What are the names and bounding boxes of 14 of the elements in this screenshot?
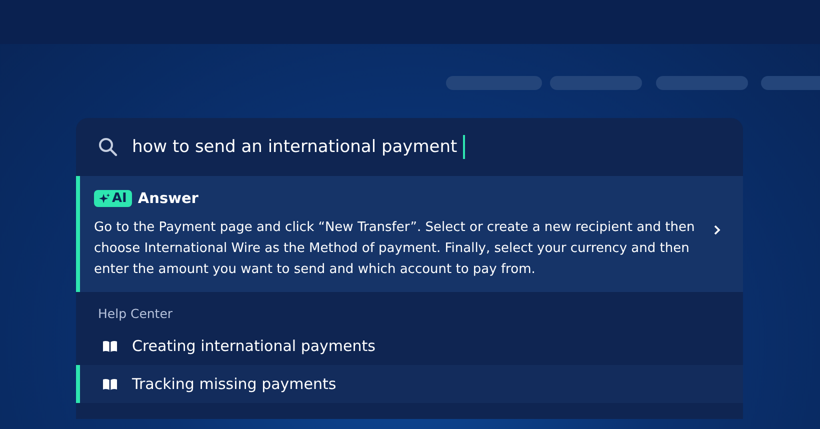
article-item[interactable]: Tracking missing payments <box>76 365 743 403</box>
placeholder-bar <box>761 76 820 90</box>
answer-panel[interactable] <box>76 176 743 292</box>
answer-text: Go to the Payment page and click “New Transfer”. Select or create a new recipient and then choose International Wire as the Method of payment. Finally, select your currency and then enter the amount you want to send and which account to pay from. <box>94 219 696 279</box>
article-item[interactable]: Creating international payments <box>76 327 743 365</box>
ai-badge: AI <box>94 190 132 207</box>
answer-title: Answer <box>138 190 198 206</box>
chevron-icon <box>713 224 721 236</box>
search-query[interactable]: how to send an international payment <box>132 137 458 157</box>
search-icon <box>98 137 118 157</box>
section-heading: Help Center <box>97 305 174 323</box>
book-icon <box>102 340 118 352</box>
text-cursor <box>463 135 466 159</box>
book-icon <box>102 378 118 390</box>
